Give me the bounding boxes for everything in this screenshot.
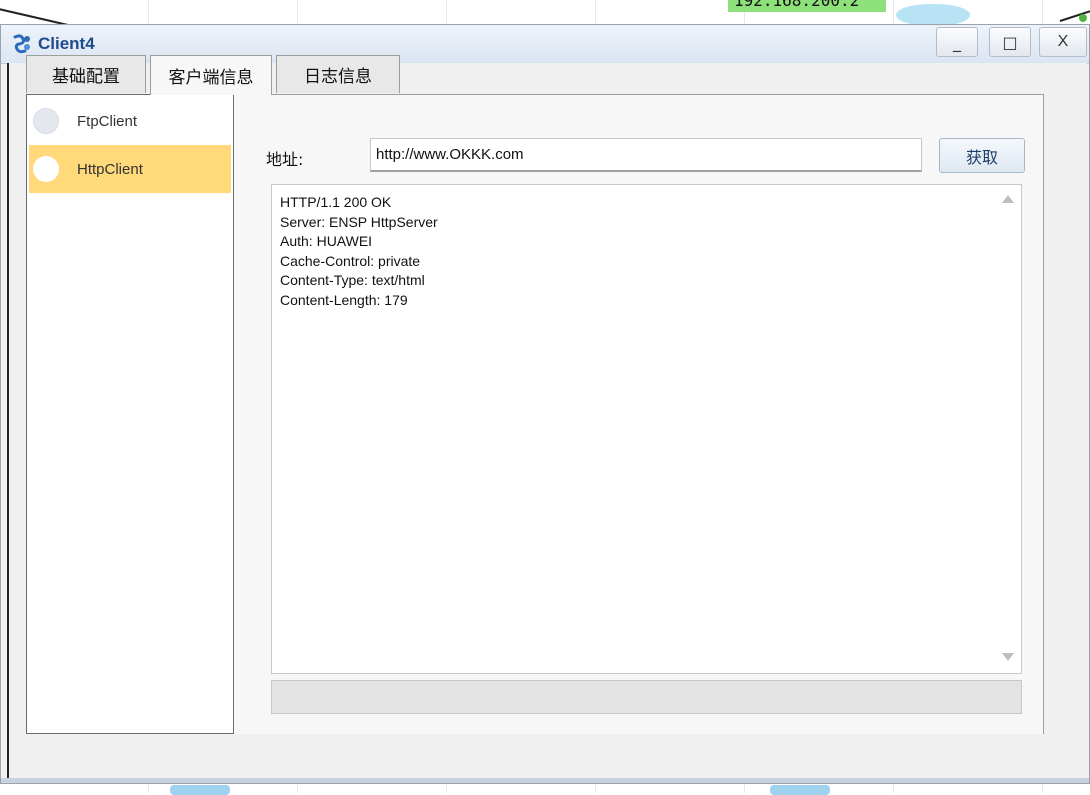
list-item-label: FtpClient <box>77 112 138 130</box>
topology-device[interactable] <box>896 4 970 26</box>
close-button[interactable]: X <box>1039 27 1087 57</box>
maximize-icon: □ <box>1002 32 1018 52</box>
ensp-client-icon <box>13 34 30 54</box>
topology-device[interactable] <box>770 785 830 795</box>
circle-icon <box>33 108 59 134</box>
tab-client-info[interactable]: 客户端信息 <box>150 55 272 95</box>
maximize-button[interactable]: □ <box>989 27 1031 57</box>
triangle-down-icon[interactable] <box>1002 653 1014 661</box>
minimize-button[interactable]: _ <box>936 27 978 57</box>
fetch-button[interactable]: 获取 <box>939 138 1025 173</box>
circle-icon <box>33 156 59 182</box>
list-item-label: HttpClient <box>77 160 143 178</box>
link-status-dot <box>1079 14 1087 22</box>
client-type-list: FtpClient HttpClient <box>26 94 234 734</box>
list-item-ftpclient[interactable]: FtpClient <box>29 97 231 145</box>
address-label: 地址: <box>266 150 304 169</box>
vertical-scrollbar[interactable] <box>995 185 1021 673</box>
list-item-httpclient[interactable]: HttpClient <box>29 145 231 193</box>
window-border <box>1 778 1089 783</box>
triangle-up-icon[interactable] <box>1002 195 1014 203</box>
tab-log-info[interactable]: 日志信息 <box>276 55 400 93</box>
tab-basic-config[interactable]: 基础配置 <box>26 55 146 93</box>
minimize-icon: _ <box>953 32 961 52</box>
topology-device[interactable] <box>170 785 230 795</box>
status-bar <box>271 680 1022 714</box>
ip-address-label: 192.168.200.2 <box>728 0 886 12</box>
address-input[interactable] <box>370 138 922 172</box>
window-title: Client4 <box>38 34 95 53</box>
response-content: HTTP/1.1 200 OK Server: ENSP HttpServer … <box>280 194 438 308</box>
response-textarea[interactable]: HTTP/1.1 200 OK Server: ENSP HttpServer … <box>271 184 1022 674</box>
close-icon: X <box>1057 33 1069 50</box>
